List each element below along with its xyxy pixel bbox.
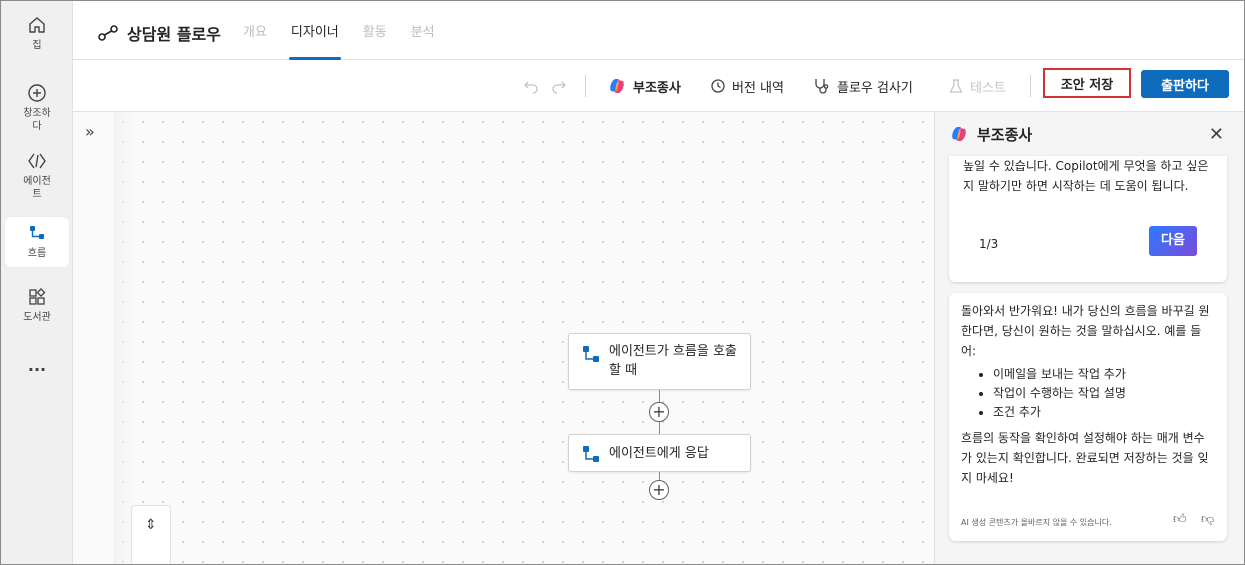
flow-checker-button[interactable]: 플로우 검사기 [813,60,913,112]
connector-line [659,472,660,480]
rail-item-create[interactable]: 창조하 다 [5,83,69,133]
connector-line [659,422,660,434]
create-icon [28,84,46,102]
ai-disclaimer: AI 생성 콘텐츠가 올바르지 않을 수 있습니다. [961,518,1112,527]
toolbar: 부조종사 버전 내역 플로우 검사기 테스트 조안 저장 출판하다 [73,60,1244,112]
onboarding-text: 높일 수 있습니다. Copilot에게 무엇을 하고 싶은지 말하기만 하면 … [963,159,1209,193]
rail-label-flows: 흐름 [27,248,47,259]
thumbs-down-icon[interactable]: 👎︎ [1201,510,1214,530]
copilot-icon [610,79,624,93]
tab-analytics[interactable]: 분석 [411,1,435,60]
tab-bar: 개요 디자이너 활동 분석 [243,1,435,60]
copilot-panel: 부조종사 ✕ 높일 수 있습니다. Copilot에게 무엇을 하고 싶은지 말… [934,112,1244,564]
copilot-label: 부조종사 [633,80,681,96]
publish-button[interactable]: 출판하다 [1141,70,1229,98]
panel-title: 부조종사 [977,125,1033,144]
redo-button[interactable] [551,60,567,112]
canvas-side-strip: » [73,112,115,564]
tab-activity[interactable]: 활동 [363,1,387,60]
rail-item-library[interactable]: 도서관 [5,287,69,324]
suggestion-list: 이메일을 보내는 작업 추가 작업이 수행하는 작업 설명 조건 추가 [993,365,1215,422]
welcome-outro: 흐름의 동작을 확인하여 설정해야 하는 매개 변수가 있는지 확인합니다. 완… [961,431,1209,485]
rail-label-agents: 에이전 트 [23,176,51,200]
add-step-button[interactable]: + [649,402,669,422]
stethoscope-icon [815,79,829,94]
library-icon [29,288,46,305]
rail-label-library: 도서관 [23,312,51,323]
version-history-button[interactable]: 버전 내역 [710,60,784,112]
tab-overview[interactable]: 개요 [243,1,267,60]
trigger-node[interactable]: 에이전트가 흐름을 호출할 때 [568,333,751,390]
undo-icon [524,81,538,94]
pager-text: 1/3 [979,237,999,251]
welcome-intro: 돌아와서 반가워요! 내가 당신의 흐름을 바꾸길 원한다면, 당신이 원하는 … [961,304,1210,358]
onboarding-card: 높일 수 있습니다. Copilot에게 무엇을 하고 싶은지 말하기만 하면 … [949,156,1227,282]
add-step-button[interactable]: + [649,480,669,500]
agents-icon [28,153,46,169]
flows-icon [30,226,44,239]
rail-label-home: 집 [32,40,42,51]
panel-header: 부조종사 [935,112,1244,156]
tab-designer[interactable]: 디자이너 [288,1,341,60]
flow-title-text: 상담원 플로우 [127,25,221,44]
toolbar-divider [585,75,586,97]
version-history-label: 버전 내역 [732,80,784,96]
thumbs-up-icon[interactable]: 👍︎ [1173,510,1187,530]
zoom-controls: ⇕ [131,505,171,564]
expand-chevron-icon[interactable]: » [85,122,95,141]
rail-item-home[interactable]: 집 [5,15,69,52]
history-icon [711,79,725,93]
test-button[interactable]: 테스트 [948,60,1006,112]
next-button[interactable]: 다음 [1149,226,1197,256]
copilot-icon [952,127,966,141]
flow-icon [98,25,118,41]
flow-title: 상담원 플로우 [97,21,221,45]
save-draft-button[interactable]: 조안 저장 [1043,68,1131,98]
close-icon[interactable]: ✕ [1209,124,1224,145]
canvas-shade [115,112,135,564]
undo-button[interactable] [523,60,539,112]
list-item: 조건 추가 [993,403,1215,422]
home-icon [29,17,45,33]
connector-line [659,390,660,402]
page-header: 상담원 플로우 개요 디자이너 활동 분석 [73,1,1244,60]
response-node-label: 에이전트에게 응답 [609,445,709,461]
trigger-node-label: 에이전트가 흐름을 호출할 때 [609,344,737,378]
flask-icon [949,79,963,93]
toolbar-divider [1030,75,1031,97]
left-rail: 집 창조하 다 에이전 트 흐름 도서관 ... [1,1,73,564]
welcome-card: 돌아와서 반가워요! 내가 당신의 흐름을 바꾸길 원한다면, 당신이 원하는 … [949,293,1227,541]
app-window: 집 창조하 다 에이전 트 흐름 도서관 ... 상담원 플로우 개요 디자이너 [0,0,1245,565]
copilot-button[interactable]: 부조종사 [607,60,681,112]
list-item: 이메일을 보내는 작업 추가 [993,365,1215,384]
fit-view-icon[interactable]: ⇕ [145,517,157,533]
flow-node-icon [583,346,599,362]
rail-item-flows[interactable]: 흐름 [5,217,69,267]
redo-icon [552,81,566,94]
designer-canvas[interactable]: » 에이전트가 흐름을 호출할 때 + 에이전트에게 응답 + ⇕ [73,112,934,564]
response-node[interactable]: 에이전트에게 응답 [568,434,751,472]
test-label: 테스트 [970,80,1006,96]
rail-item-agents[interactable]: 에이전 트 [5,151,69,201]
flow-node-icon [583,446,599,462]
list-item: 작업이 수행하는 작업 설명 [993,384,1215,403]
rail-label-create: 창조하 다 [23,108,51,132]
flow-checker-label: 플로우 검사기 [837,80,913,96]
more-icon[interactable]: ... [5,358,69,374]
